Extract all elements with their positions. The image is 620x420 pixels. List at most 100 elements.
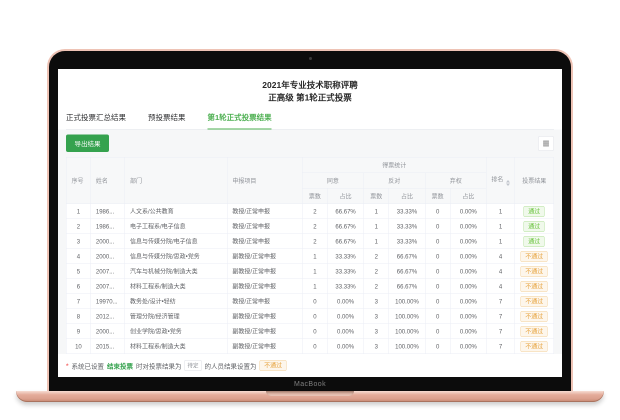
tab-pre-vote[interactable]: 预投票结果: [148, 112, 186, 129]
cell-agree-pct: 0.00%: [327, 308, 364, 324]
cell-name: 19970...: [90, 293, 125, 309]
laptop-base: [16, 391, 604, 402]
result-badge: 通过: [523, 220, 545, 232]
cell-rank: 1: [486, 203, 515, 219]
cell-rank: 4: [486, 278, 515, 294]
table-row: 2 1986... 电子工程系/电子信息 教授/正常申报 2 66.67% 1 33.33% 0…: [66, 218, 555, 234]
cell-rank: 1: [486, 218, 515, 234]
grid-icon: [542, 140, 549, 148]
cell-abstain-pct: 0.00%: [450, 248, 487, 264]
cell-result: 不通过: [514, 338, 555, 354]
cell-agree-votes: 0: [301, 323, 328, 339]
col-oppose-votes: 票数: [363, 188, 390, 204]
tab-bar: 正式投票汇总结果 预投票结果 第1轮正式投票结果: [66, 112, 554, 130]
cell-no: 9: [66, 323, 91, 339]
cell-agree-votes: 2: [301, 233, 328, 249]
result-badge: 不通过: [520, 265, 548, 277]
cell-project: 副教授/正常申报: [226, 263, 303, 279]
cell-rank: 4: [486, 263, 515, 279]
base-notch: [266, 391, 354, 396]
cell-agree-pct: 0.00%: [327, 323, 364, 339]
cell-rank: 7: [486, 293, 515, 309]
cell-no: 7: [66, 293, 91, 309]
cell-abstain-votes: 0: [424, 278, 451, 294]
cell-abstain-pct: 0.00%: [450, 338, 487, 354]
cell-dept: 汽车与机械分院/制造大类: [124, 263, 228, 279]
sort-caret-icon[interactable]: [505, 180, 510, 186]
cell-oppose-pct: 33.33%: [388, 218, 426, 234]
result-badge: 通过: [523, 235, 545, 247]
tab-formal-summary[interactable]: 正式投票汇总结果: [66, 112, 126, 129]
voting-app: 2021年专业技术职称评聘 正高级 第1轮正式投票 正式投票汇总结果 预投票结果…: [58, 69, 562, 377]
table-row: 8 2012... 管理分院/经济管理 副教授/正常申报 0 0.00% 3 100.00% 0…: [66, 308, 555, 324]
cell-agree-pct: 0.00%: [327, 338, 364, 354]
table-row: 10 2015... 材料工程系/制造大类 副教授/正常申报 0 0.00% 3 100.00…: [66, 338, 555, 354]
result-badge: 不通过: [520, 280, 548, 292]
col-project: 申报项目: [226, 157, 303, 204]
cell-abstain-pct: 0.00%: [450, 203, 487, 219]
rank-label: 排名: [491, 176, 504, 183]
cell-result: 通过: [514, 233, 555, 249]
cell-dept: 管理分院/经济管理: [124, 308, 228, 324]
column-settings-button[interactable]: [538, 135, 554, 151]
cell-oppose-votes: 3: [363, 308, 390, 324]
cell-abstain-votes: 0: [424, 293, 451, 309]
result-badge: 不通过: [520, 250, 548, 262]
cell-no: 2: [66, 218, 91, 234]
cell-rank: 1: [486, 233, 515, 249]
footnote-highlight: 结束投票: [107, 362, 134, 370]
cell-rank: 4: [486, 248, 515, 264]
cell-oppose-votes: 2: [363, 248, 390, 264]
result-badge: 不通过: [520, 295, 548, 307]
cell-name: 2000...: [90, 248, 125, 264]
cell-project: 教授/正常申报: [226, 233, 303, 249]
cell-dept: 创业学院/思政•党务: [124, 323, 228, 339]
cell-oppose-votes: 3: [363, 323, 390, 339]
cell-agree-votes: 2: [301, 218, 328, 234]
table-row: 3 2000... 信息与传媒分院/电子信息 教授/正常申报 2 66.67% 1 33.33…: [66, 233, 555, 249]
cell-abstain-votes: 0: [424, 338, 451, 354]
cell-abstain-votes: 0: [424, 323, 451, 339]
page-title: 2021年专业技术职称评聘 正高级 第1轮正式投票: [58, 69, 562, 104]
cell-project: 副教授/正常申报: [226, 308, 303, 324]
cell-agree-pct: 33.33%: [327, 278, 364, 294]
cell-result: 通过: [514, 218, 555, 234]
cell-agree-pct: 33.33%: [327, 248, 364, 264]
cell-name: 2000...: [90, 323, 125, 339]
table-body: 1 1986... 人文系/公共教育 教授/正常申报 2 66.67% 1 33.33% 0 0.…: [66, 203, 555, 354]
cell-oppose-votes: 3: [363, 293, 390, 309]
cell-agree-votes: 0: [301, 308, 328, 324]
cell-name: 2007...: [90, 263, 125, 279]
cell-project: 副教授/正常申报: [226, 278, 303, 294]
cell-agree-votes: 1: [301, 248, 328, 264]
cell-oppose-pct: 66.67%: [388, 278, 426, 294]
cell-project: 教授/正常申报: [226, 293, 303, 309]
cell-oppose-pct: 100.00%: [388, 323, 426, 339]
cell-oppose-pct: 33.33%: [388, 233, 426, 249]
cell-oppose-votes: 1: [363, 203, 390, 219]
cell-abstain-pct: 0.00%: [450, 323, 487, 339]
col-agree-votes: 票数: [301, 188, 328, 204]
cell-abstain-votes: 0: [424, 248, 451, 264]
cell-name: 1986...: [90, 203, 125, 219]
toolbar: 导出结果: [58, 130, 562, 158]
table-row: 6 2007... 材料工程系/制造大类 副教授/正常申报 1 33.33% 2 66.67%…: [66, 278, 555, 294]
result-badge: 不通过: [520, 325, 548, 337]
cell-agree-pct: 33.33%: [327, 263, 364, 279]
col-agree-pct: 占比: [327, 188, 364, 204]
macbook-label: MacBook: [294, 381, 326, 388]
cell-abstain-pct: 0.00%: [450, 308, 487, 324]
cell-result: 不通过: [514, 308, 555, 324]
col-oppose-pct: 占比: [388, 188, 426, 204]
title-line-2: 正高级 第1轮正式投票: [268, 93, 352, 103]
export-results-button[interactable]: 导出结果: [66, 134, 110, 152]
cell-oppose-votes: 2: [363, 263, 390, 279]
cell-result: 不通过: [514, 263, 555, 279]
cell-rank: 7: [486, 338, 515, 354]
cell-name: 2000...: [90, 233, 125, 249]
footnote-text-1: 系统已设置: [71, 362, 105, 370]
cell-oppose-pct: 66.67%: [388, 248, 426, 264]
cell-oppose-pct: 100.00%: [388, 308, 426, 324]
tab-round1-results[interactable]: 第1轮正式投票结果: [207, 112, 272, 130]
cell-no: 3: [66, 233, 91, 249]
